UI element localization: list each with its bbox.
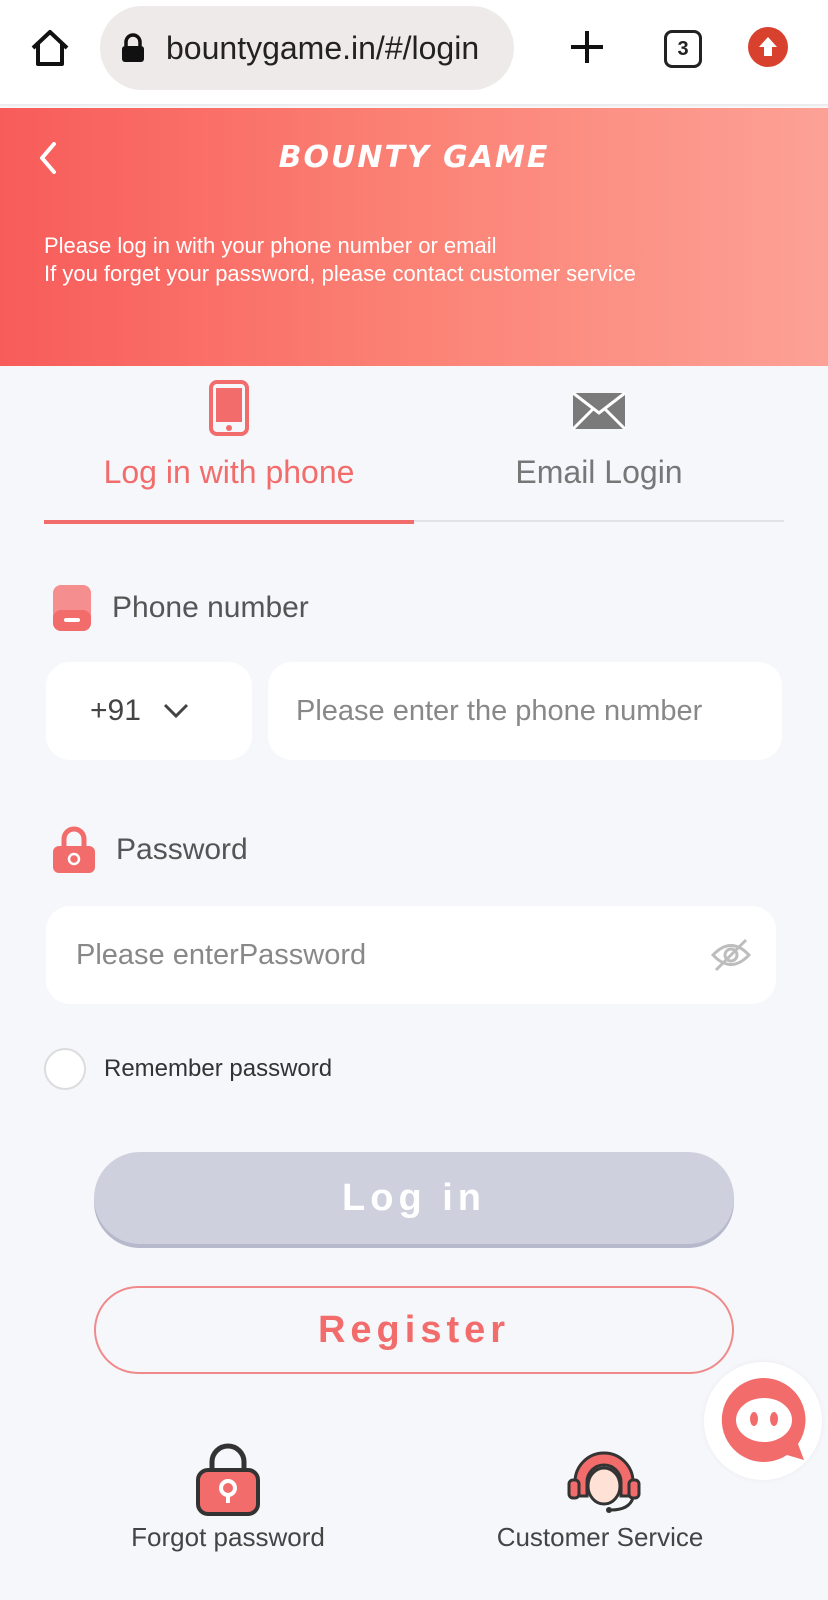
browser-toolbar: bountygame.in/#/login 3 bbox=[0, 0, 828, 106]
country-code-value: +91 bbox=[90, 694, 141, 727]
register-button[interactable]: Register bbox=[94, 1286, 734, 1374]
forgot-password-text: Forgot password bbox=[131, 1522, 325, 1552]
tab-email-login[interactable]: Email Login bbox=[414, 366, 784, 522]
envelope-icon bbox=[571, 391, 627, 436]
remember-password-option[interactable]: Remember password bbox=[44, 1048, 332, 1090]
update-icon[interactable] bbox=[748, 27, 788, 67]
brand-logo: BOUNTY GAME bbox=[278, 140, 550, 175]
phone-input[interactable] bbox=[268, 662, 782, 760]
phone-field-label: Phone number bbox=[52, 584, 309, 632]
phone-icon bbox=[209, 380, 249, 441]
eye-off-icon[interactable] bbox=[710, 936, 752, 974]
customer-service-link[interactable]: Customer Service bbox=[450, 1440, 750, 1560]
lock-icon bbox=[120, 33, 146, 63]
tab-phone-login[interactable]: Log in with phone bbox=[44, 366, 414, 524]
notice-line-1: Please log in with your phone number or … bbox=[44, 233, 497, 258]
page-header: BOUNTY GAME Please log in with your phon… bbox=[0, 108, 828, 366]
forgot-password-link[interactable]: Forgot password bbox=[78, 1440, 378, 1560]
notice-line-2: If you forget your password, please cont… bbox=[44, 261, 636, 286]
phone-label-text: Phone number bbox=[112, 591, 309, 624]
new-tab-icon[interactable] bbox=[562, 22, 612, 72]
password-label-text: Password bbox=[116, 833, 248, 866]
url-text: bountygame.in/#/login bbox=[166, 29, 480, 66]
password-input[interactable] bbox=[46, 906, 696, 1004]
home-icon[interactable] bbox=[28, 26, 72, 70]
padlock-icon bbox=[53, 826, 95, 873]
phone-field-icon bbox=[53, 585, 91, 631]
password-field bbox=[46, 906, 776, 1004]
lock-key-icon bbox=[195, 1440, 261, 1521]
customer-service-text: Customer Service bbox=[496, 1522, 704, 1552]
login-tabs: Log in with phone Email Login bbox=[44, 366, 784, 524]
active-tab-indicator bbox=[44, 520, 414, 524]
password-field-label: Password bbox=[52, 826, 248, 874]
headset-agent-icon bbox=[567, 1440, 641, 1521]
address-bar[interactable]: bountygame.in/#/login bbox=[100, 6, 514, 90]
tab-count-button[interactable]: 3 bbox=[664, 30, 702, 68]
country-code-select[interactable]: +91 bbox=[46, 662, 252, 760]
remember-password-label: Remember password bbox=[104, 1055, 333, 1082]
login-notice: Please log in with your phone number or … bbox=[44, 232, 636, 288]
tab-phone-label: Log in with phone bbox=[103, 454, 355, 490]
chevron-down-icon bbox=[163, 703, 188, 719]
tab-email-label: Email Login bbox=[515, 454, 683, 490]
login-button[interactable]: Log in bbox=[94, 1152, 734, 1244]
remember-password-radio[interactable] bbox=[44, 1048, 86, 1090]
